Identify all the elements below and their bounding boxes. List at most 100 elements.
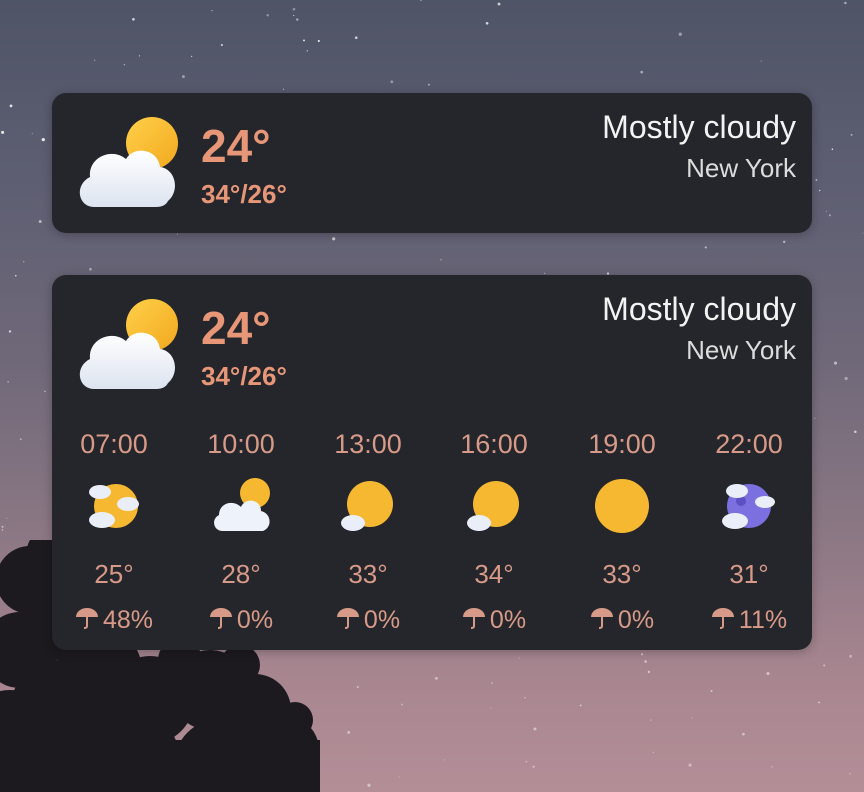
hourly-item[interactable]: 10:00 28° 0% <box>181 425 301 640</box>
star <box>9 104 13 108</box>
star <box>532 765 535 768</box>
star <box>544 272 546 274</box>
umbrella-icon <box>462 608 485 629</box>
condition-label: Mostly cloudy <box>602 291 796 327</box>
hour-time: 07:00 <box>80 429 148 459</box>
weather-widget-compact[interactable]: 24° 34°/26° Mostly cloudy New York <box>52 93 812 233</box>
hour-time: 10:00 <box>207 429 275 459</box>
star <box>1 525 4 528</box>
star <box>828 214 831 217</box>
precipitation-value: 0% <box>617 606 655 634</box>
city-label[interactable]: New York <box>686 155 796 181</box>
star <box>89 267 92 271</box>
hour-temperature: 31° <box>729 559 769 589</box>
star <box>356 686 359 688</box>
hour-time: 13:00 <box>334 429 402 459</box>
hour-time: 22:00 <box>715 429 783 459</box>
star <box>282 88 285 90</box>
star <box>303 39 305 42</box>
star <box>220 43 223 47</box>
star <box>579 704 582 707</box>
star <box>650 719 652 721</box>
star <box>19 438 22 441</box>
hour-temperature: 33° <box>348 559 388 589</box>
star <box>41 137 45 142</box>
precipitation: 48% <box>54 606 174 635</box>
star <box>138 55 141 57</box>
star <box>490 707 492 709</box>
precipitation: 0% <box>434 606 554 635</box>
star <box>390 80 394 84</box>
star <box>831 148 834 150</box>
star <box>332 237 336 241</box>
star <box>293 14 295 17</box>
star <box>818 701 821 704</box>
hourly-item[interactable]: 19:00 33° 0% <box>562 425 682 640</box>
star <box>833 361 838 365</box>
star <box>434 676 438 680</box>
star <box>640 653 644 656</box>
star <box>7 381 9 383</box>
precipitation-value: 0% <box>236 606 274 634</box>
star <box>132 17 135 21</box>
hourly-item[interactable]: 07:00 25° 48% <box>54 425 174 640</box>
star <box>176 233 179 235</box>
sun-clouds-icon <box>89 484 139 528</box>
star <box>691 717 693 719</box>
precipitation-value: 0% <box>489 606 527 634</box>
star <box>23 261 25 263</box>
hour-temperature: 34° <box>474 559 514 589</box>
star <box>647 670 651 674</box>
star <box>398 776 400 778</box>
precipitation: 0% <box>308 606 428 635</box>
hourly-item[interactable]: 13:00 33° 0% <box>308 425 428 640</box>
precipitation: 11% <box>689 606 809 635</box>
star <box>266 14 269 17</box>
star <box>849 654 853 658</box>
partly-sunny-icon <box>467 481 519 531</box>
star <box>38 220 42 223</box>
star <box>306 50 309 52</box>
star <box>704 246 707 249</box>
star <box>1 529 4 531</box>
star <box>760 60 762 62</box>
umbrella-icon <box>336 608 359 629</box>
high-low-temperature: 34°/26° <box>201 179 287 209</box>
weather-widget-hourly[interactable]: 24° 34°/26° Mostly cloudy New York 07:00… <box>52 275 812 650</box>
star <box>814 417 816 419</box>
star <box>823 664 826 667</box>
star <box>296 18 299 21</box>
precipitation: 0% <box>181 606 301 635</box>
star <box>123 64 125 66</box>
current-temperature: 24° <box>201 302 271 354</box>
star <box>815 179 818 182</box>
umbrella-icon <box>75 608 98 629</box>
star <box>766 672 770 675</box>
hour-time: 19:00 <box>588 429 656 459</box>
star <box>211 9 213 12</box>
hourly-forecast: 07:00 25° 48% 10:00 28° 0% 13:00 33° 0% … <box>52 425 812 640</box>
star <box>849 772 851 775</box>
star <box>190 55 193 58</box>
star <box>317 39 320 43</box>
mostly-cloudy-icon <box>79 117 178 207</box>
hourly-item[interactable]: 22:00 31° 11% <box>689 425 809 640</box>
star <box>443 759 446 761</box>
star <box>14 274 17 277</box>
precipitation-value: 0% <box>363 606 401 634</box>
hour-temperature: 28° <box>221 559 261 589</box>
star <box>354 36 358 40</box>
star <box>710 690 713 692</box>
precipitation: 0% <box>562 606 682 635</box>
star <box>1 130 5 134</box>
star <box>640 70 644 74</box>
star <box>782 240 786 244</box>
star <box>844 376 848 381</box>
star <box>485 21 489 25</box>
star <box>862 232 864 234</box>
moon-clouds-icon <box>722 484 775 529</box>
city-label[interactable]: New York <box>686 337 796 363</box>
condition-label: Mostly cloudy <box>602 109 796 145</box>
star <box>292 7 296 11</box>
hourly-item[interactable]: 16:00 34° 0% <box>434 425 554 640</box>
